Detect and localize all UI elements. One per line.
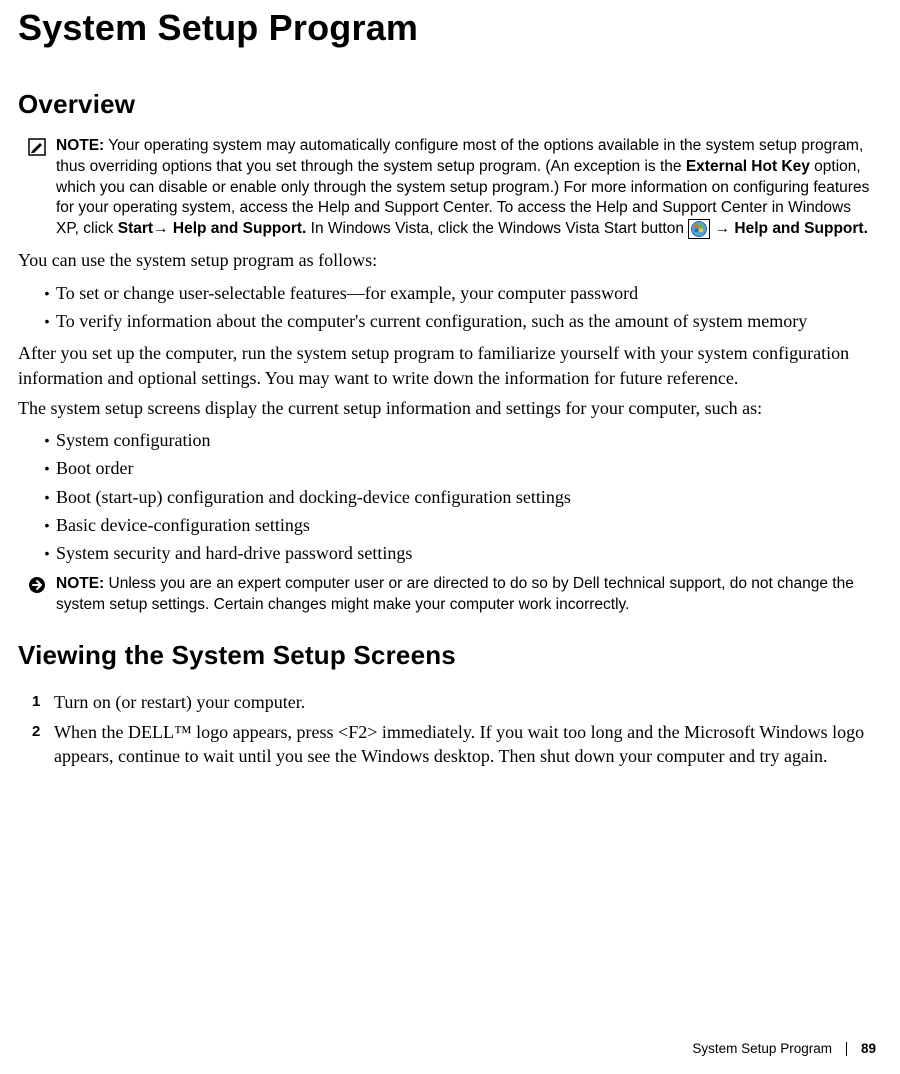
step-item: 2When the DELL™ logo appears, press <F2>…: [18, 717, 876, 772]
note1-arrow1: →: [153, 220, 173, 237]
bullet-icon: •: [38, 541, 56, 565]
bullet-text: Basic device-configuration settings: [56, 513, 876, 537]
note2-text: Unless you are an expert computer user o…: [56, 575, 854, 613]
bullet-text: Boot order: [56, 456, 876, 480]
note2-lead: NOTE:: [56, 575, 104, 592]
bullet-icon: •: [38, 281, 56, 305]
list-item: •System configuration: [18, 426, 876, 454]
note1-seg3: In Windows Vista, click the Windows Vist…: [306, 220, 688, 237]
note1-bold4: Help and Support.: [734, 220, 867, 237]
body-p3: The system setup screens display the cur…: [18, 396, 876, 420]
list-item: •To verify information about the compute…: [18, 307, 876, 335]
note-block-2: NOTE: Unless you are an expert computer …: [18, 574, 876, 616]
footer-separator-icon: [846, 1042, 847, 1056]
list-item: •Basic device-configuration settings: [18, 511, 876, 539]
note1-bold1: External Hot Key: [686, 158, 810, 175]
bullet-list-2: •System configuration •Boot order •Boot …: [18, 426, 876, 567]
section-heading-viewing: Viewing the System Setup Screens: [18, 638, 876, 673]
page-content: System Setup Program Overview NOTE: Your…: [0, 0, 900, 1030]
step-number: 2: [32, 720, 54, 744]
note2-content: NOTE: Unless you are an expert computer …: [56, 574, 876, 616]
note1-bold3: Help and Support.: [173, 220, 306, 237]
bullet-text: To set or change user-selectable feature…: [56, 281, 876, 305]
bullet-icon: •: [38, 428, 56, 452]
notice-icon: [28, 574, 56, 594]
footer-label: System Setup Program: [692, 1040, 832, 1058]
note-icon: [28, 136, 56, 156]
bullet-text: To verify information about the computer…: [56, 309, 876, 333]
page-title: System Setup Program: [18, 0, 876, 53]
body-p1: You can use the system setup program as …: [18, 248, 876, 272]
bullet-text: System configuration: [56, 428, 876, 452]
list-item: •Boot (start-up) configuration and docki…: [18, 483, 876, 511]
page-footer: System Setup Program 89: [0, 1030, 900, 1070]
vista-start-icon: [688, 219, 710, 239]
list-item: •Boot order: [18, 454, 876, 482]
note1-bold2: Start: [118, 220, 153, 237]
note1-arrow2: →: [710, 220, 734, 237]
section-heading-overview: Overview: [18, 87, 876, 122]
page-number: 89: [861, 1040, 876, 1058]
bullet-icon: •: [38, 513, 56, 537]
note1-lead: NOTE:: [56, 137, 104, 154]
bullet-icon: •: [38, 309, 56, 333]
bullet-icon: •: [38, 485, 56, 509]
bullet-list-1: •To set or change user-selectable featur…: [18, 279, 876, 336]
bullet-icon: •: [38, 456, 56, 480]
list-item: •System security and hard-drive password…: [18, 539, 876, 567]
step-text: When the DELL™ logo appears, press <F2> …: [54, 720, 876, 769]
body-p2: After you set up the computer, run the s…: [18, 341, 876, 390]
bullet-text: System security and hard-drive password …: [56, 541, 876, 565]
note1-content: NOTE: Your operating system may automati…: [56, 136, 876, 241]
step-number: 1: [32, 690, 54, 714]
step-item: 1Turn on (or restart) your computer.: [18, 687, 876, 717]
bullet-text: Boot (start-up) configuration and dockin…: [56, 485, 876, 509]
note-block-1: NOTE: Your operating system may automati…: [18, 136, 876, 241]
step-text: Turn on (or restart) your computer.: [54, 690, 876, 714]
list-item: •To set or change user-selectable featur…: [18, 279, 876, 307]
steps-list: 1Turn on (or restart) your computer. 2Wh…: [18, 687, 876, 772]
